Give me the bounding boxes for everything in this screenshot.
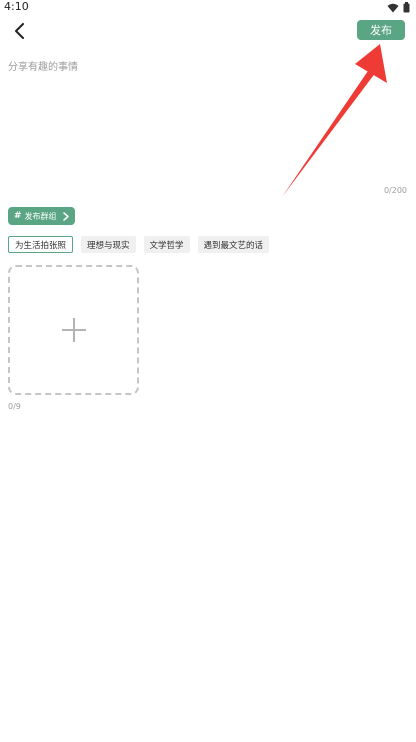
publish-group-label: 发布群组 — [24, 211, 57, 221]
chevron-left-icon — [15, 23, 24, 39]
publish-button-label: 发布 — [370, 24, 392, 37]
topic-tag-label: 理想与现实 — [87, 240, 130, 251]
char-count: 0/200 — [383, 186, 407, 195]
status-bar: 4:10 — [0, 0, 416, 14]
topic-tag-label: 文学哲学 — [149, 240, 184, 251]
topic-tag[interactable]: 文学哲学 — [143, 236, 190, 253]
post-content-input[interactable] — [8, 58, 404, 184]
status-icons — [387, 2, 410, 13]
topic-tag[interactable]: 遇到最文艺的话 — [197, 236, 270, 253]
battery-icon — [403, 2, 410, 13]
image-count: 0/9 — [8, 402, 21, 411]
publish-group-button[interactable]: # 发布群组 — [8, 207, 75, 225]
back-button[interactable] — [8, 20, 30, 42]
topic-tag-label: 为生活拍张照 — [15, 240, 67, 251]
topic-tag[interactable]: 理想与现实 — [81, 236, 136, 253]
plus-icon — [61, 318, 86, 342]
topic-tag[interactable]: 为生活拍张照 — [8, 236, 74, 253]
topic-tags: 为生活拍张照 理想与现实 文学哲学 遇到最文艺的话 — [8, 236, 270, 253]
hash-icon: # — [14, 211, 22, 221]
publish-button[interactable]: 发布 — [357, 20, 405, 40]
chevron-right-icon — [62, 211, 69, 221]
wifi-icon — [387, 3, 399, 12]
add-image-button[interactable] — [8, 265, 139, 395]
status-time: 4:10 — [4, 0, 29, 13]
topic-tag-label: 遇到最文艺的话 — [203, 240, 264, 251]
